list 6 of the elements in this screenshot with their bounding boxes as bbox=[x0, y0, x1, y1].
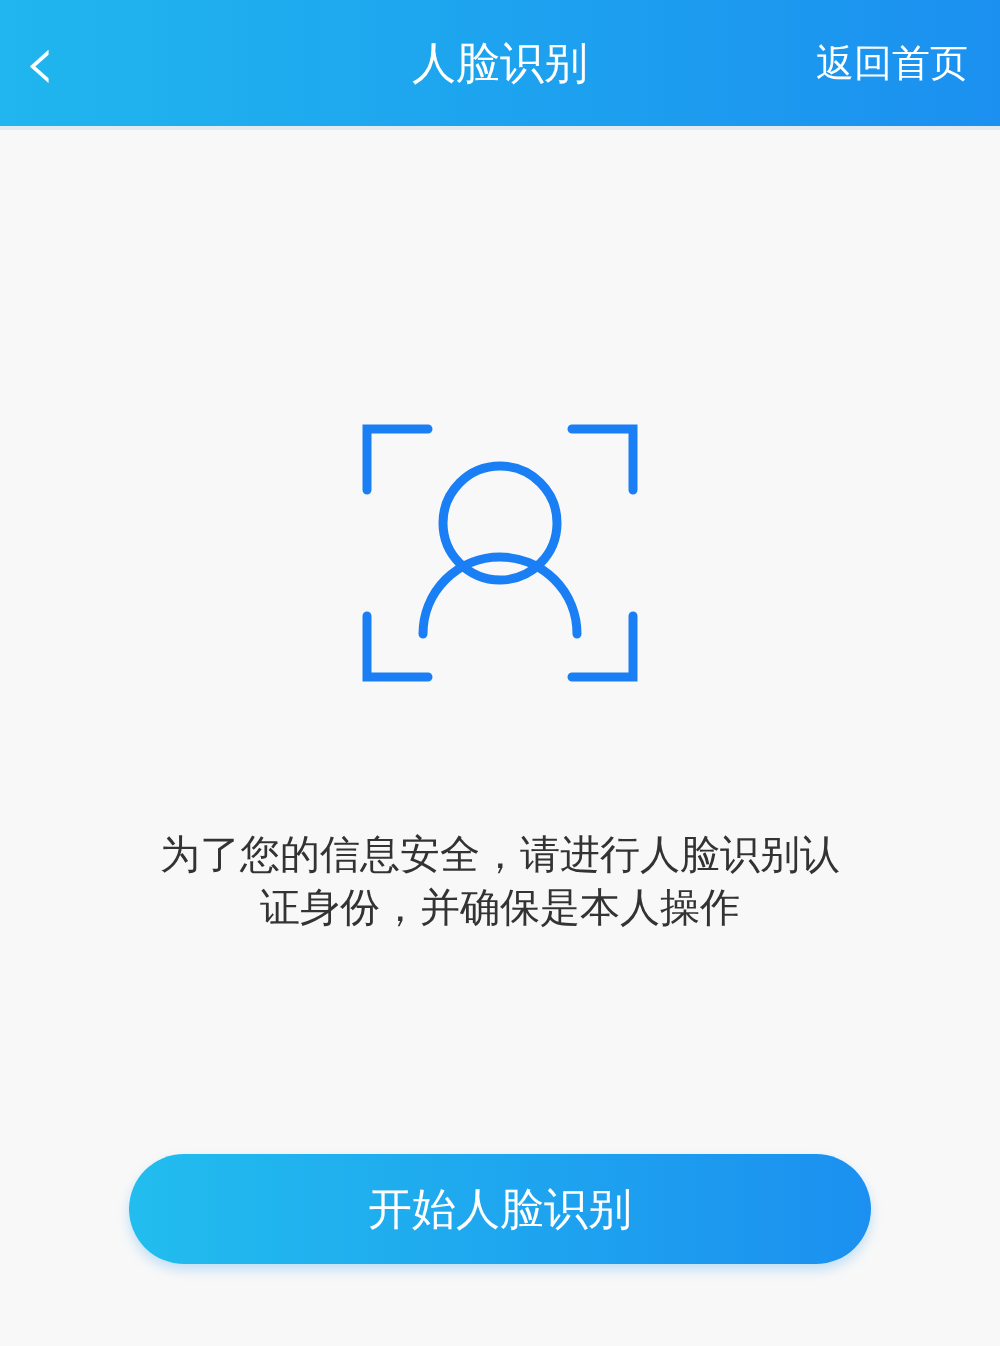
face-scan-icon bbox=[362, 424, 638, 684]
start-face-recognition-button[interactable]: 开始人脸识别 bbox=[129, 1153, 871, 1264]
back-button[interactable]: ‹ bbox=[24, 23, 56, 103]
security-message: 为了您的信息安全，请进行人脸识别认证身份，并确保是本人操作 bbox=[159, 830, 841, 932]
home-link[interactable]: 返回首页 bbox=[816, 34, 968, 92]
page-title: 人脸识别 bbox=[412, 36, 588, 90]
